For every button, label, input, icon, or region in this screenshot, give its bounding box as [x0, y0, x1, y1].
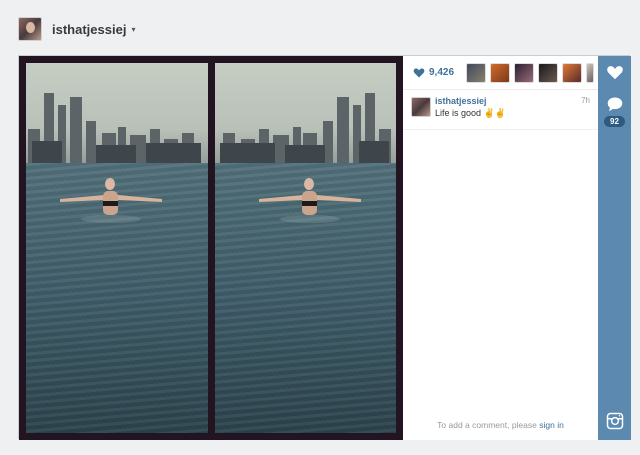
- heart-icon: [606, 66, 623, 80]
- post-photo[interactable]: [19, 56, 403, 440]
- liker-avatars: [466, 62, 595, 83]
- person-graphic: [258, 178, 361, 223]
- skyline-graphic: [28, 93, 201, 163]
- caption: isthatjessiej Life is good ✌️✌️ 7h: [403, 90, 598, 130]
- chevron-down-icon[interactable]: ▾: [131, 25, 135, 34]
- instagram-logo[interactable]: [598, 412, 631, 430]
- username-link[interactable]: isthatjessiej: [52, 22, 126, 37]
- liker-avatar[interactable]: [586, 62, 595, 83]
- post-timestamp: 7h: [581, 96, 590, 105]
- liker-avatar[interactable]: [538, 62, 559, 83]
- liker-avatar[interactable]: [466, 62, 487, 83]
- liker-avatar[interactable]: [562, 62, 583, 83]
- liker-avatar[interactable]: [490, 62, 511, 83]
- person-graphic: [60, 178, 162, 223]
- skyline-graphic: [219, 93, 391, 163]
- likes-row: 9,426: [403, 56, 598, 90]
- heart-icon[interactable]: [413, 67, 425, 79]
- comment-button[interactable]: [598, 96, 631, 112]
- instagram-camera-icon: [606, 412, 623, 430]
- avatar[interactable]: [18, 17, 42, 41]
- likes-count[interactable]: 9,426: [429, 67, 454, 78]
- sign-in-link[interactable]: sign in: [539, 420, 564, 430]
- caption-avatar[interactable]: [411, 97, 431, 117]
- caption-text: Life is good ✌️✌️: [435, 108, 506, 118]
- profile-header: isthatjessiej ▾: [18, 16, 135, 42]
- comment-prompt-text: To add a comment, please: [437, 420, 537, 430]
- post-card: 9,426 isthatjessiej Life is good ✌️✌️ 7h…: [18, 55, 631, 440]
- post-sidebar: 9,426 isthatjessiej Life is good ✌️✌️ 7h…: [403, 56, 598, 440]
- speech-bubble-icon: [607, 97, 622, 112]
- comment-count-badge: 92: [604, 116, 625, 127]
- comment-prompt: To add a comment, please sign in: [403, 420, 598, 430]
- photo-panel-left: [26, 63, 208, 433]
- caption-username[interactable]: isthatjessiej: [435, 96, 487, 106]
- action-rail: 92: [598, 56, 631, 440]
- like-button[interactable]: [598, 64, 631, 80]
- liker-avatar[interactable]: [514, 62, 535, 83]
- photo-panel-right: [214, 63, 396, 433]
